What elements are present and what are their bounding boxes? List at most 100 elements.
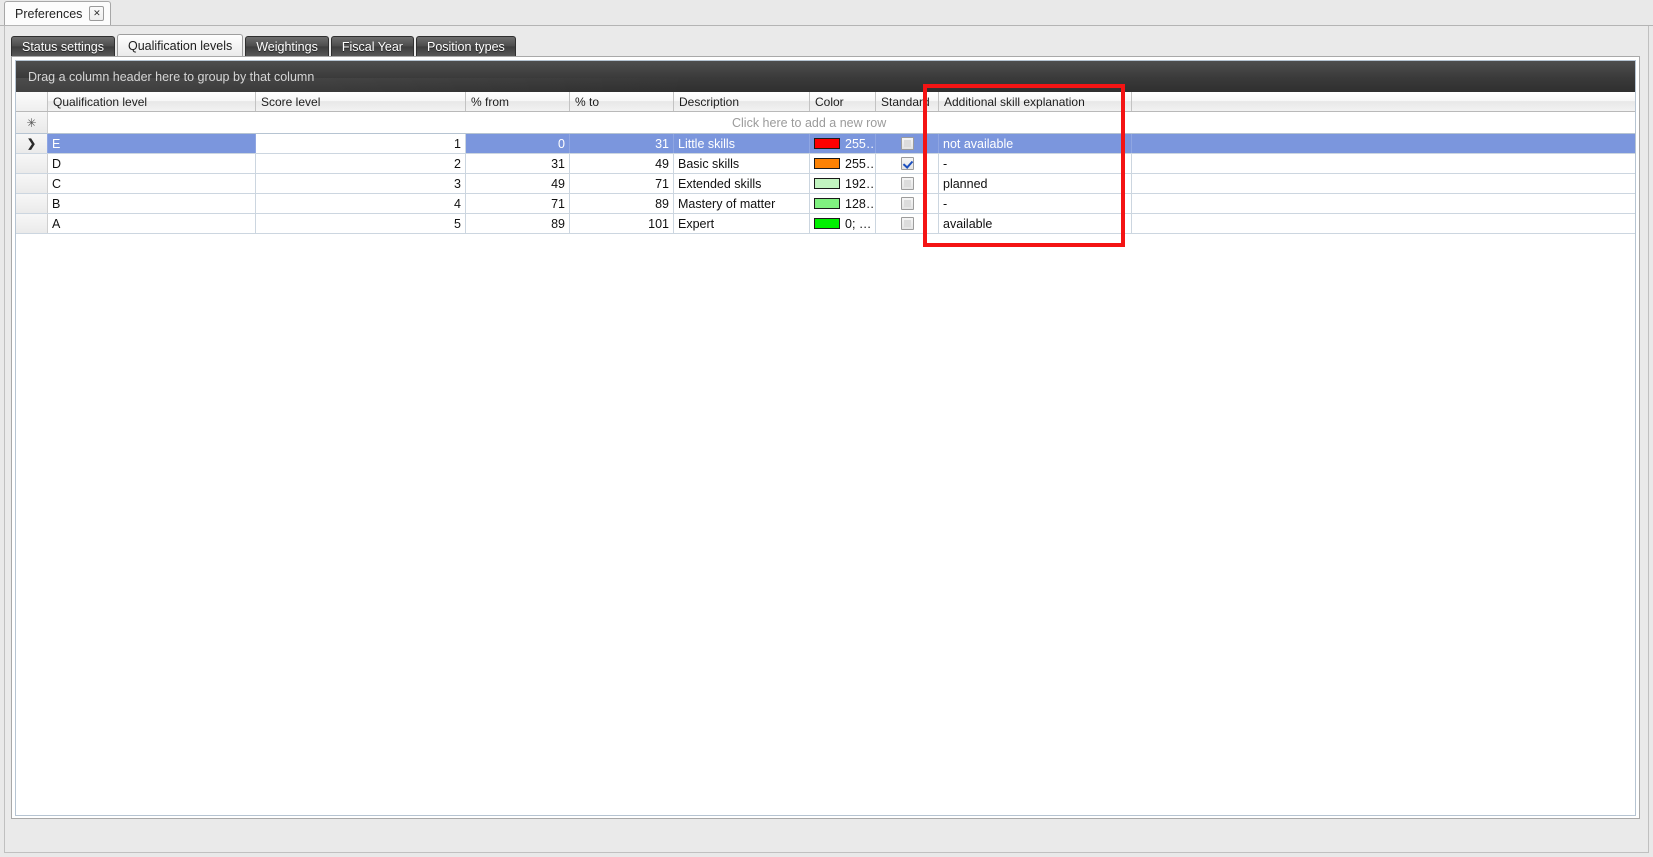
cell-value: not available <box>943 137 1013 151</box>
cell-pct-from[interactable]: 0 <box>466 134 570 153</box>
cell-value: 5 <box>454 217 461 231</box>
color-swatch <box>814 138 840 149</box>
cell-score-level[interactable]: 2 <box>256 154 466 173</box>
tab-label: Fiscal Year <box>342 40 403 54</box>
cell-value: Basic skills <box>678 157 739 171</box>
column-header-pct-from[interactable]: % from <box>466 92 570 111</box>
color-swatch <box>814 218 840 229</box>
column-header-standard[interactable]: Standard <box>876 92 939 111</box>
checkbox-unchecked-icon[interactable] <box>901 197 914 210</box>
column-header-label: Description <box>679 95 739 109</box>
column-header-pct-to[interactable]: % to <box>570 92 674 111</box>
row-indicator[interactable] <box>16 154 48 173</box>
cell-pct-from[interactable]: 31 <box>466 154 570 173</box>
cell-score-level[interactable]: 4 <box>256 194 466 213</box>
checkbox-unchecked-icon[interactable] <box>901 137 914 150</box>
grid-new-row[interactable]: ✳ Click here to add a new row <box>16 112 1635 134</box>
cell-description[interactable]: Extended skills <box>674 174 810 193</box>
cell-pct-to[interactable]: 31 <box>570 134 674 153</box>
cell-description[interactable]: Basic skills <box>674 154 810 173</box>
document-tab-strip: Preferences ✕ <box>0 0 1653 26</box>
column-header-label: Qualification level <box>53 95 147 109</box>
cell-value: Little skills <box>678 137 735 151</box>
cell-color[interactable]: 255… <box>810 154 876 173</box>
cell-value: 31 <box>655 137 669 151</box>
cell-value: 101 <box>648 217 669 231</box>
cell-standard[interactable] <box>876 214 939 233</box>
tab-qualification-levels[interactable]: Qualification levels <box>117 34 243 56</box>
new-row-prompt[interactable]: Click here to add a new row <box>48 112 1635 133</box>
cell-filler <box>1132 174 1635 193</box>
cell-value: 31 <box>551 157 565 171</box>
cell-score-level[interactable]: 1 <box>256 134 466 153</box>
cell-color[interactable]: 0; … <box>810 214 876 233</box>
cell-qualification-level[interactable]: C <box>48 174 256 193</box>
cell-color[interactable]: 255… <box>810 134 876 153</box>
cell-pct-to[interactable]: 101 <box>570 214 674 233</box>
tab-weightings[interactable]: Weightings <box>245 36 329 56</box>
cell-value: A <box>52 217 60 231</box>
table-row[interactable]: B 47189Mastery of matter 128… - <box>16 194 1635 214</box>
close-icon[interactable]: ✕ <box>89 6 104 21</box>
cell-qualification-level[interactable]: B <box>48 194 256 213</box>
row-indicator[interactable] <box>16 214 48 233</box>
column-header-description[interactable]: Description <box>674 92 810 111</box>
column-header-qualification-level[interactable]: Qualification level <box>48 92 256 111</box>
checkbox-checked-icon[interactable] <box>901 157 914 170</box>
table-row[interactable]: A 5 89 101 Expert 0; … available <box>16 214 1635 234</box>
cell-qualification-level[interactable]: E <box>48 134 256 153</box>
column-header-color[interactable]: Color <box>810 92 876 111</box>
tab-label: Status settings <box>22 40 104 54</box>
tab-label: Weightings <box>256 40 318 54</box>
cell-additional-skill-explanation[interactable]: not available <box>939 134 1132 153</box>
cell-pct-to[interactable]: 89 <box>570 194 674 213</box>
cell-standard[interactable] <box>876 194 939 213</box>
group-by-panel[interactable]: Drag a column header here to group by th… <box>16 61 1635 92</box>
cell-description[interactable]: Mastery of matter <box>674 194 810 213</box>
cell-color[interactable]: 192… <box>810 174 876 193</box>
cell-qualification-level[interactable]: D <box>48 154 256 173</box>
color-value-text: 0; … <box>845 217 871 231</box>
column-header-additional-skill-explanation[interactable]: Additional skill explanation <box>939 92 1132 111</box>
cell-score-level[interactable]: 3 <box>256 174 466 193</box>
row-indicator[interactable]: ❯ <box>16 134 48 153</box>
tab-status-settings[interactable]: Status settings <box>11 36 115 56</box>
checkbox-unchecked-icon[interactable] <box>901 177 914 190</box>
cell-value: B <box>52 197 60 211</box>
table-row[interactable]: D 2 31 49 Basic skills 255… - <box>16 154 1635 174</box>
column-header-score-level[interactable]: Score level <box>256 92 466 111</box>
tab-position-types[interactable]: Position types <box>416 36 516 56</box>
cell-standard[interactable] <box>876 134 939 153</box>
cell-additional-skill-explanation[interactable]: - <box>939 154 1132 173</box>
cell-description[interactable]: Little skills <box>674 134 810 153</box>
cell-additional-skill-explanation[interactable]: available <box>939 214 1132 233</box>
color-value-text: 255… <box>845 137 876 151</box>
cell-value: D <box>52 157 61 171</box>
cell-standard[interactable] <box>876 154 939 173</box>
tab-bar: Status settings Qualification levels Weigh… <box>11 34 516 56</box>
cell-pct-from[interactable]: 49 <box>466 174 570 193</box>
checkbox-unchecked-icon[interactable] <box>901 217 914 230</box>
document-tab-preferences[interactable]: Preferences ✕ <box>4 1 111 25</box>
color-value-text: 128… <box>845 197 876 211</box>
table-row[interactable]: C34971Extended skills192… planned <box>16 174 1635 194</box>
cell-pct-to[interactable]: 71 <box>570 174 674 193</box>
cell-pct-to[interactable]: 49 <box>570 154 674 173</box>
cell-qualification-level[interactable]: A <box>48 214 256 233</box>
cell-pct-from[interactable]: 71 <box>466 194 570 213</box>
table-row[interactable]: ❯E10 31 Little skills 255… not available <box>16 134 1635 154</box>
row-indicator[interactable] <box>16 194 48 213</box>
cell-description[interactable]: Expert <box>674 214 810 233</box>
client-area: Status settings Qualification levels Weigh… <box>4 26 1649 853</box>
cell-color[interactable]: 128… <box>810 194 876 213</box>
cell-value: - <box>943 157 947 171</box>
cell-pct-from[interactable]: 89 <box>466 214 570 233</box>
row-indicator[interactable] <box>16 174 48 193</box>
tab-fiscal-year[interactable]: Fiscal Year <box>331 36 414 56</box>
cell-value: 49 <box>655 157 669 171</box>
cell-score-level[interactable]: 5 <box>256 214 466 233</box>
cell-additional-skill-explanation[interactable]: planned <box>939 174 1132 193</box>
group-by-panel-text: Drag a column header here to group by th… <box>28 70 314 84</box>
cell-standard[interactable] <box>876 174 939 193</box>
cell-additional-skill-explanation[interactable]: - <box>939 194 1132 213</box>
